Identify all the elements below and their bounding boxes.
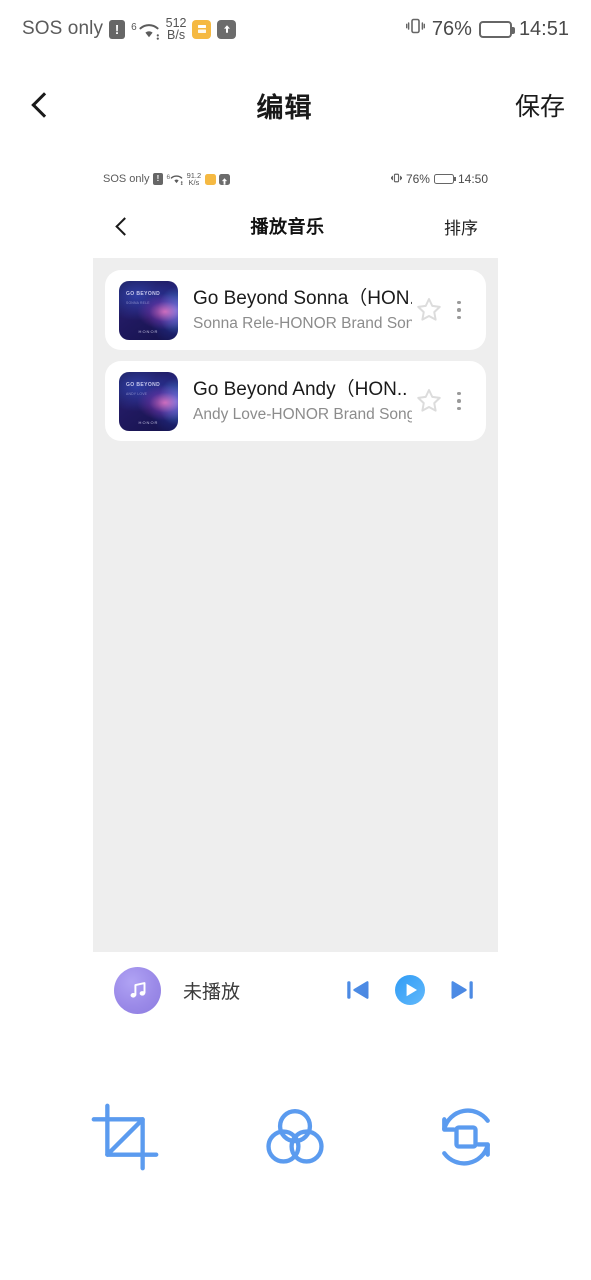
- preview-status-left: SOS only ! 6 91.2 K/s: [103, 171, 231, 187]
- alert-badge-icon: !: [109, 19, 126, 39]
- song-overflow-menu-icon[interactable]: [446, 384, 472, 418]
- rotate-icon[interactable]: [421, 1092, 511, 1182]
- preview-carrier-label: SOS only: [103, 173, 150, 185]
- song-artist: Sonna Rele-HONOR Brand Song: [193, 315, 412, 333]
- wifi-generation-label: 6: [131, 22, 137, 33]
- album-art-thumbnail: GO BEYOND ANDY LOVE HONOR: [119, 371, 178, 431]
- mini-player-bar: 未播放: [93, 955, 498, 1025]
- album-art-brand-text: HONOR: [138, 328, 159, 334]
- album-art-artist-text: SONNA RELE: [126, 300, 150, 305]
- status-bar-right-group: 76% 14:51: [405, 16, 569, 42]
- page-title: 编辑: [256, 92, 313, 123]
- network-speed-unit: B/s: [167, 28, 186, 42]
- screenshot-preview[interactable]: SOS only ! 6 91.2 K/s 76% 14:50 播放音乐 排序 …: [0, 155, 591, 1035]
- editor-nav-bar: 编辑 保存: [0, 70, 591, 140]
- music-note-icon[interactable]: [114, 966, 161, 1014]
- preview-alert-badge-icon: !: [152, 173, 163, 185]
- filter-color-circles-icon[interactable]: [250, 1092, 340, 1182]
- playback-controls: [343, 972, 477, 1008]
- preview-back-button[interactable]: [113, 217, 131, 235]
- skip-next-icon[interactable]: [447, 975, 477, 1005]
- preview-wifi-generation-label: 6: [166, 173, 171, 181]
- song-title: Go Beyond Andy（HON..: [193, 378, 408, 400]
- album-art-title-text: GO BEYOND: [126, 290, 161, 297]
- sort-button[interactable]: 排序: [444, 214, 478, 239]
- favorite-star-icon[interactable]: [412, 384, 446, 418]
- playback-status-label: 未播放: [183, 981, 241, 1003]
- preview-vibrate-icon: [390, 172, 402, 187]
- preview-wifi-icon: 6: [166, 174, 183, 185]
- song-list-item[interactable]: GO BEYOND ANDY LOVE HONOR Go Beyond Andy…: [105, 361, 486, 441]
- back-button[interactable]: [26, 91, 54, 119]
- sd-card-icon: [192, 19, 212, 39]
- status-bar-left-group: SOS only ! 6 512 B/s: [22, 16, 237, 42]
- song-text-block: Go Beyond Sonna（HON.. Sonna Rele-HONOR B…: [178, 286, 412, 335]
- preview-battery-percent-label: 76%: [405, 172, 430, 186]
- upload-arrow-icon: [217, 19, 237, 39]
- song-list-item[interactable]: GO BEYOND SONNA RELE HONOR Go Beyond Son…: [105, 270, 486, 350]
- preview-sd-card-icon: [204, 173, 216, 185]
- preview-battery-icon: [433, 174, 456, 184]
- preview-nav-bar: 播放音乐 排序: [93, 205, 498, 247]
- song-title: Go Beyond Sonna（HON..: [193, 287, 412, 309]
- battery-percent-label: 76%: [431, 17, 472, 40]
- edit-toolbar: [0, 1055, 591, 1280]
- preview-network-speed-unit: K/s: [188, 178, 200, 187]
- network-speed-indicator: 512 B/s: [166, 16, 187, 42]
- album-art-title-text: GO BEYOND: [126, 381, 161, 388]
- preview-clock-label: 14:50: [457, 172, 488, 186]
- preview-page-title: 播放音乐: [250, 217, 325, 237]
- album-art-brand-text: HONOR: [138, 419, 159, 425]
- album-art-thumbnail: GO BEYOND SONNA RELE HONOR: [119, 280, 178, 340]
- song-overflow-menu-icon[interactable]: [446, 293, 472, 327]
- wifi-icon: 6: [131, 18, 160, 40]
- battery-icon: [478, 20, 515, 38]
- song-text-block: Go Beyond Andy（HON.. Andy Love-HONOR Bra…: [178, 377, 412, 426]
- song-artist: Andy Love-HONOR Brand Song: [193, 406, 412, 424]
- album-art-artist-text: ANDY LOVE: [126, 391, 148, 396]
- play-icon[interactable]: [392, 972, 428, 1008]
- skip-previous-icon[interactable]: [343, 975, 373, 1005]
- clock-label: 14:51: [518, 17, 569, 40]
- carrier-label: SOS only: [22, 18, 104, 39]
- preview-upload-arrow-icon: [219, 173, 231, 185]
- preview-status-right: 76% 14:50: [390, 172, 488, 187]
- preview-status-bar: SOS only ! 6 91.2 K/s 76% 14:50: [93, 163, 498, 195]
- vibrate-icon: [405, 16, 426, 42]
- favorite-star-icon[interactable]: [412, 293, 446, 327]
- save-button[interactable]: 保存: [515, 87, 565, 123]
- outer-status-bar: SOS only ! 6 512 B/s 76% 14:51: [0, 0, 591, 58]
- song-list-panel: GO BEYOND SONNA RELE HONOR Go Beyond Son…: [93, 258, 498, 952]
- preview-network-speed-indicator: 91.2 K/s: [187, 171, 202, 187]
- crop-icon[interactable]: [80, 1092, 170, 1182]
